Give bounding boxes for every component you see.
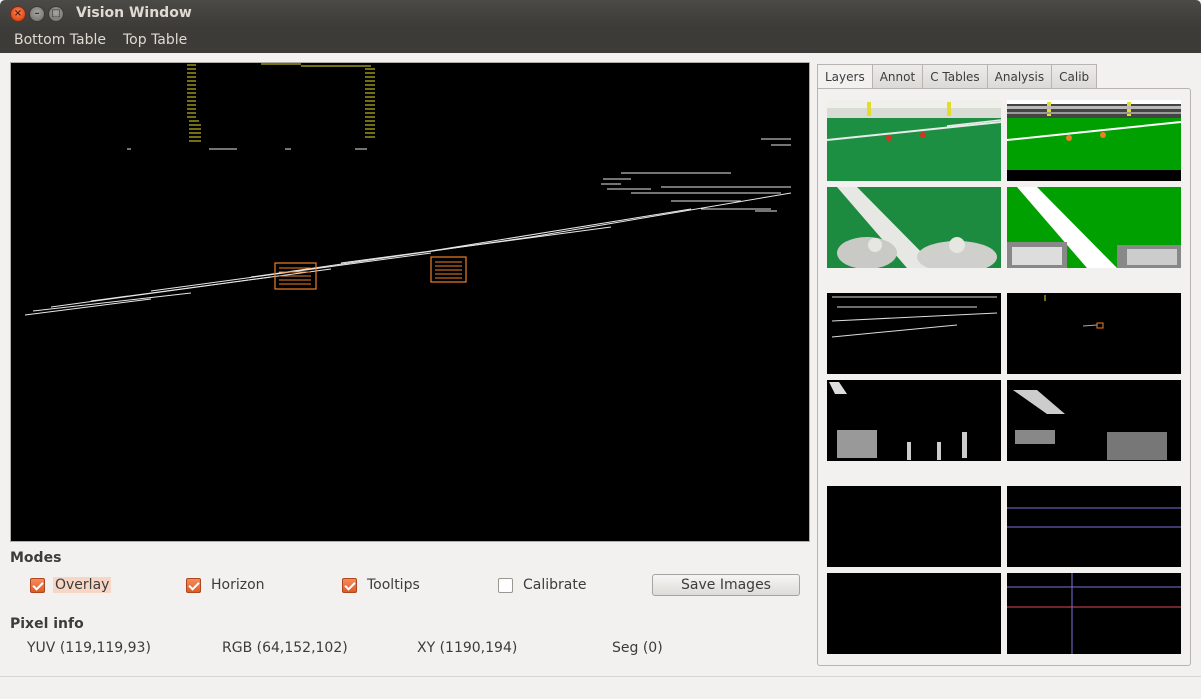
layer-thumb-horizon-top[interactable] [827,486,1001,567]
layer-thumb-horizon-bottom[interactable] [827,573,1001,654]
calibrate-label: Calibrate [523,577,587,593]
title-bar: × – □ Vision Window [0,0,1201,28]
horizon-label: Horizon [211,577,265,593]
tab-layers[interactable]: Layers [817,64,873,90]
layer-thumb-objects-top-2[interactable] [1007,293,1181,374]
checkbox-box[interactable] [498,577,513,593]
layer-thumb-top-segmented[interactable] [1007,100,1181,181]
minimize-icon: – [34,8,40,19]
rgb-value: RGB (64,152,102) [222,640,348,656]
tooltips-checkbox[interactable]: Tooltips [342,576,422,594]
xy-value: XY (1190,194) [417,640,518,656]
layer-thumb-bottom-raw[interactable] [827,187,1001,268]
horizon-checkbox[interactable]: Horizon [186,576,267,594]
tab-annot[interactable]: Annot [872,64,924,89]
layer-thumb-horizon-top-2[interactable] [1007,486,1181,567]
overlay-checkbox[interactable]: Overlay [30,576,112,594]
window-title: Vision Window [76,5,192,21]
layer-thumb-objects-bottom[interactable] [827,380,1001,461]
checkbox-box[interactable] [30,577,45,593]
tooltips-label: Tooltips [367,577,420,593]
layer-thumb-horizon-bottom-2[interactable] [1007,573,1181,654]
layers-pane [817,88,1191,666]
maximize-icon: □ [51,8,61,19]
minimize-button[interactable]: – [29,6,45,22]
tab-c-tables[interactable]: C Tables [923,64,988,89]
ball-detection-2 [430,256,467,283]
layer-thumb-objects-bottom-2[interactable] [1007,380,1181,461]
close-button[interactable]: × [10,6,26,22]
menu-bar: Bottom Table Top Table [0,28,1201,53]
tab-calib[interactable]: Calib [1052,64,1098,89]
maximize-button[interactable]: □ [48,6,64,22]
status-bar [0,676,1201,699]
menu-bottom-table[interactable]: Bottom Table [14,32,106,48]
overlay-label: Overlay [53,577,112,593]
menu-top-table[interactable]: Top Table [123,32,187,48]
calibrate-checkbox[interactable]: Calibrate [498,576,588,594]
close-icon: × [13,8,23,19]
layer-thumb-objects-top[interactable] [827,293,1001,374]
seg-value: Seg (0) [612,640,663,656]
yuv-value: YUV (119,119,93) [27,640,151,656]
layer-thumb-bottom-segmented[interactable] [1007,187,1181,268]
save-images-button[interactable]: Save Images [652,574,800,596]
modes-heading: Modes [10,550,62,566]
tab-analysis[interactable]: Analysis [987,64,1053,89]
ball-detection-1 [274,262,317,290]
pixel-info-heading: Pixel info [10,616,84,632]
checkbox-box[interactable] [342,577,357,593]
segmented-image-view[interactable] [10,62,810,542]
checkbox-box[interactable] [186,577,201,593]
layer-tabs: Layers Annot C Tables Analysis Calib [817,64,1098,90]
segmentation-overlay [24,63,792,316]
layer-thumb-top-raw[interactable] [827,100,1001,181]
